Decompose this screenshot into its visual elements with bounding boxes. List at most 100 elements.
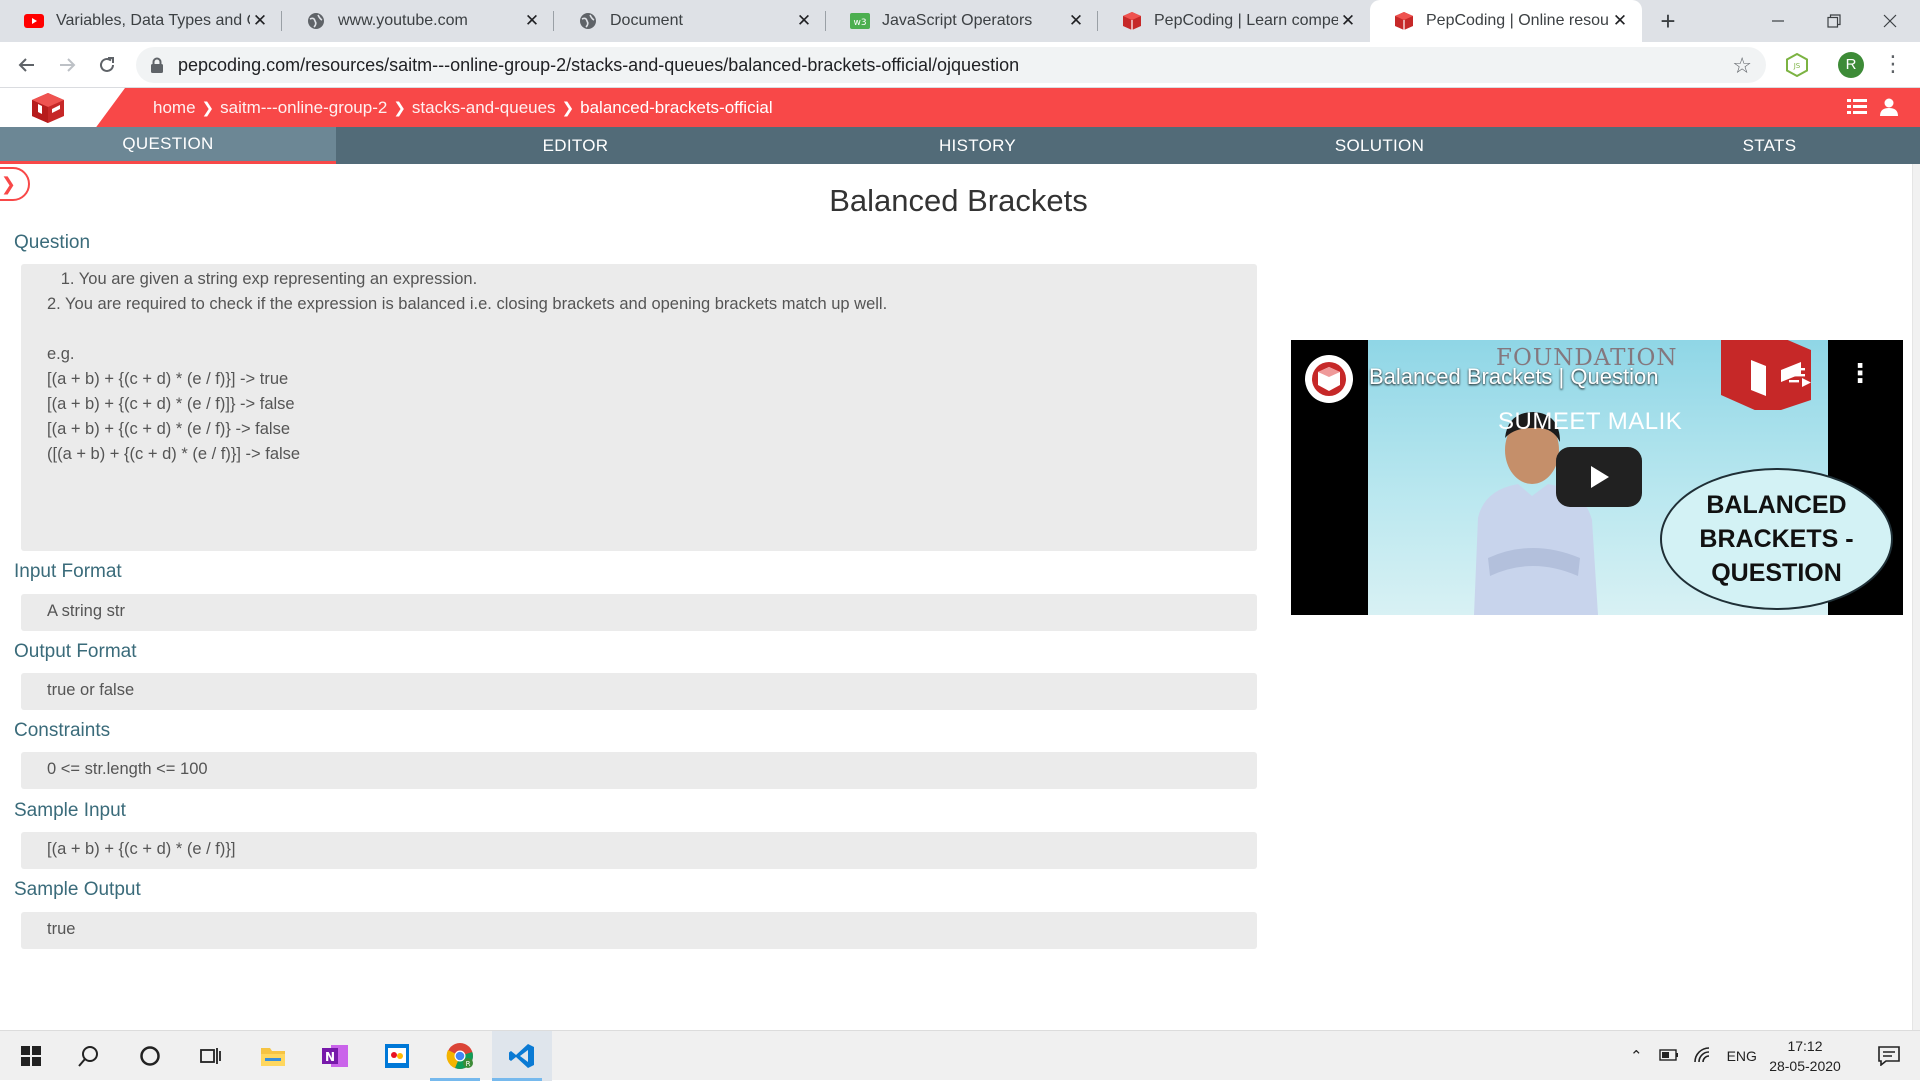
browser-tab[interactable]: PepCoding | Learn competiti ✕ — [1098, 0, 1370, 42]
video-player[interactable]: BALANCED BRACKETS - QUESTION FOUNDATION … — [1291, 340, 1903, 615]
close-tab-icon[interactable]: ✕ — [794, 11, 814, 31]
watch-later-icon[interactable] — [1787, 362, 1813, 388]
back-button[interactable] — [12, 50, 42, 80]
nodejs-extension-icon[interactable]: JS — [1784, 52, 1810, 78]
forward-arrow-icon — [60, 58, 76, 72]
profile-avatar[interactable]: R — [1838, 52, 1864, 78]
question-line: 1. You are given a string exp representi… — [47, 270, 478, 288]
page-scrollbar[interactable] — [1912, 164, 1920, 1030]
browser-tab-active[interactable]: PepCoding | Online resource ✕ — [1370, 0, 1642, 42]
taskbar-clock[interactable]: 17:12 28-05-2020 — [1760, 1036, 1850, 1076]
list-icon[interactable] — [1846, 96, 1868, 118]
close-icon — [1883, 14, 1897, 28]
battery-icon[interactable] — [1658, 1048, 1679, 1064]
tab-stats[interactable]: STATS — [1619, 127, 1920, 164]
wifi-icon[interactable] — [1693, 1046, 1713, 1066]
task-view-icon[interactable] — [186, 1031, 236, 1081]
vscode-icon[interactable] — [492, 1031, 552, 1081]
restore-icon — [1827, 14, 1841, 28]
sample-output-box: true — [21, 912, 1257, 949]
lock-icon — [150, 57, 164, 73]
site-header: home ❯ saitm---online-group-2 ❯ stacks-a… — [0, 88, 1920, 127]
pepcoding-logo[interactable] — [30, 92, 66, 124]
close-tab-icon[interactable]: ✕ — [250, 11, 270, 31]
video-oval-caption: BALANCED BRACKETS - QUESTION — [1660, 468, 1893, 610]
minimize-button[interactable] — [1750, 0, 1806, 42]
globe-icon — [306, 11, 326, 31]
channel-logo[interactable] — [1305, 355, 1353, 403]
bookmark-star-icon[interactable]: ☆ — [1732, 53, 1752, 79]
sample-input-value: [(a + b) + {(c + d) * (e / f)}] — [47, 840, 236, 858]
new-tab-button[interactable]: + — [1652, 6, 1684, 38]
windows-start-icon[interactable] — [6, 1031, 56, 1081]
chevron-right-icon: ❯ — [561, 99, 575, 117]
input-format-box: A string str — [21, 594, 1257, 631]
constraints-value: 0 <= str.length <= 100 — [47, 760, 208, 778]
breadcrumb-course[interactable]: saitm---online-group-2 — [220, 98, 387, 118]
back-arrow-icon — [18, 58, 34, 72]
page-title: Balanced Brackets — [829, 183, 1088, 218]
browser-tab[interactable]: Document ✕ — [554, 0, 826, 42]
browser-tab[interactable]: w3 JavaScript Operators ✕ — [826, 0, 1098, 42]
breadcrumb: home ❯ saitm---online-group-2 ❯ stacks-a… — [153, 88, 773, 127]
browser-tab[interactable]: www.youtube.com ✕ — [282, 0, 554, 42]
breadcrumb-home[interactable]: home — [153, 98, 196, 118]
url-text: pepcoding.com/resources/saitm---online-g… — [178, 54, 1020, 75]
forward-button[interactable] — [52, 50, 82, 80]
browser-tab[interactable]: Variables, Data Types and Op ✕ — [0, 0, 282, 42]
onenote-icon[interactable]: N — [310, 1031, 360, 1081]
browser-toolbar: pepcoding.com/resources/saitm---online-g… — [0, 42, 1920, 88]
restore-button[interactable] — [1806, 0, 1862, 42]
reload-button[interactable] — [92, 50, 122, 80]
question-line: [(a + b) + {(c + d) * (e / f)]} -> false — [47, 395, 295, 413]
address-bar[interactable]: pepcoding.com/resources/saitm---online-g… — [136, 47, 1766, 83]
close-tab-icon[interactable]: ✕ — [1610, 11, 1630, 31]
question-line: [(a + b) + {(c + d) * (e / f)}] -> true — [47, 370, 289, 388]
question-line — [47, 317, 1231, 342]
user-icon[interactable] — [1878, 96, 1900, 118]
close-tab-icon[interactable]: ✕ — [1066, 11, 1086, 31]
language-indicator[interactable]: ENG — [1727, 1048, 1757, 1064]
question-line: ([(a + b) + {(c + d) * (e / f)}] -> fals… — [47, 445, 301, 463]
breadcrumb-topic[interactable]: stacks-and-queues — [412, 98, 556, 118]
chevron-right-icon: ❯ — [201, 99, 215, 117]
close-tab-icon[interactable]: ✕ — [522, 11, 542, 31]
video-title[interactable]: Balanced Brackets | Question — [1369, 364, 1658, 390]
question-line: [(a + b) + {(c + d) * (e / f)} -> false — [47, 420, 291, 438]
input-format-label: Input Format — [14, 561, 122, 582]
browser-tab-title: Variables, Data Types and Op — [56, 12, 250, 29]
paint-icon[interactable] — [372, 1031, 422, 1081]
question-label: Question — [14, 232, 91, 253]
breadcrumb-current[interactable]: balanced-brackets-official — [580, 98, 772, 118]
play-icon — [1591, 466, 1609, 488]
play-button[interactable] — [1556, 447, 1642, 507]
browser-tab-strip: Variables, Data Types and Op ✕ www.youtu… — [0, 0, 1920, 42]
tab-question[interactable]: QUESTION — [0, 127, 336, 164]
constraints-label: Constraints — [14, 720, 111, 741]
browser-tab-title: www.youtube.com — [338, 12, 468, 29]
tab-editor[interactable]: EDITOR — [336, 127, 815, 164]
chevron-up-icon[interactable]: ⌃ — [1630, 1047, 1643, 1065]
tab-history[interactable]: HISTORY — [815, 127, 1140, 164]
file-explorer-icon[interactable] — [248, 1031, 298, 1081]
search-icon[interactable] — [64, 1031, 114, 1081]
notifications-icon[interactable] — [1864, 1031, 1914, 1081]
cortana-icon[interactable] — [125, 1031, 175, 1081]
browser-menu-icon[interactable]: ⋮ — [1882, 52, 1904, 78]
chevron-right-icon: ❯ — [393, 99, 406, 117]
windows-taskbar: N R ⌃ ENG 17:12 28-05-2020 — [0, 1030, 1920, 1081]
chrome-icon[interactable]: R — [430, 1031, 490, 1081]
video-menu-icon[interactable]: ⋮ — [1847, 360, 1873, 388]
system-tray: ⌃ ENG — [1630, 1031, 1757, 1081]
browser-tab-title: JavaScript Operators — [882, 12, 1033, 29]
clock-date: 28-05-2020 — [1769, 1058, 1841, 1074]
svg-text:R: R — [466, 1060, 471, 1068]
close-window-button[interactable] — [1862, 0, 1918, 42]
problem-tabs: QUESTION EDITOR HISTORY SOLUTION STATS — [0, 127, 1920, 164]
svg-text:N: N — [325, 1050, 335, 1064]
close-tab-icon[interactable]: ✕ — [1338, 11, 1358, 31]
question-box: 1. You are given a string exp representi… — [21, 264, 1257, 551]
question-line: 2. You are required to check if the expr… — [47, 295, 888, 313]
tab-solution[interactable]: SOLUTION — [1140, 127, 1619, 164]
pepcoding-icon — [1122, 11, 1142, 31]
